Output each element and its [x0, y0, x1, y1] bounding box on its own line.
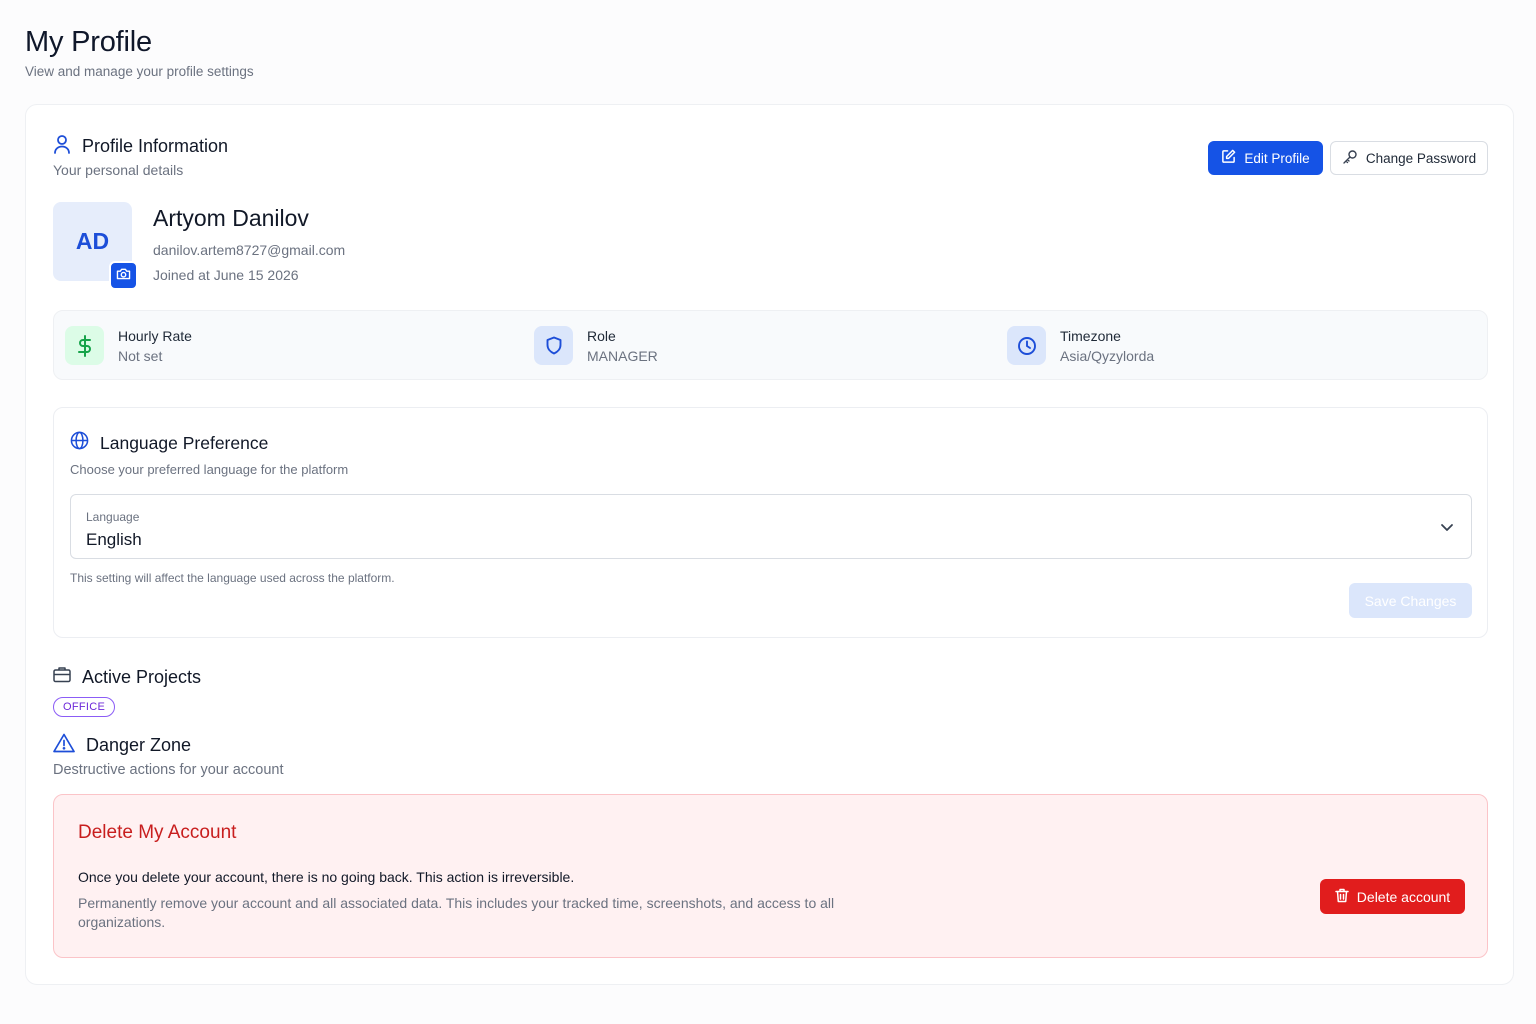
- clock-icon: [1007, 326, 1046, 365]
- change-photo-button[interactable]: [109, 261, 138, 290]
- stat-label: Timezone: [1060, 327, 1121, 344]
- profile-stats: Hourly Rate Not set Role MANAGER Timezon…: [53, 310, 1488, 380]
- edit-icon: [1221, 149, 1236, 167]
- language-title: Language Preference: [100, 432, 269, 453]
- profile-info-description: Your personal details: [53, 162, 184, 178]
- globe-icon: [70, 431, 89, 455]
- language-select[interactable]: Language English: [70, 494, 1472, 559]
- profile-card: Profile Information Your personal detail…: [25, 104, 1514, 985]
- language-preference-card: Language Preference Choose your preferre…: [53, 407, 1488, 638]
- user-name: Artyom Danilov: [153, 205, 309, 231]
- stat-label: Hourly Rate: [118, 327, 192, 344]
- stat-value: Asia/Qyzylorda: [1060, 347, 1155, 364]
- active-projects-header: Active Projects: [53, 666, 201, 688]
- delete-account-panel: Delete My Account Once you delete your a…: [53, 794, 1488, 958]
- language-helper-text: This setting will affect the language us…: [70, 571, 395, 585]
- profile-info-header: Profile Information: [53, 134, 228, 159]
- danger-zone-header: Danger Zone: [53, 733, 191, 758]
- stat-role: Role MANAGER: [534, 326, 658, 365]
- edit-profile-button[interactable]: Edit Profile: [1208, 141, 1323, 175]
- delete-account-button[interactable]: Delete account: [1320, 879, 1465, 914]
- save-changes-button[interactable]: Save Changes: [1349, 583, 1472, 618]
- language-header: Language Preference: [70, 431, 268, 455]
- stat-timezone: Timezone Asia/Qyzylorda: [1007, 326, 1154, 365]
- key-icon: [1342, 149, 1358, 168]
- delete-details-text: Permanently remove your account and all …: [78, 895, 835, 930]
- user-joined-date: Joined at June 15 2026: [153, 267, 299, 283]
- page-title: My Profile: [25, 26, 152, 58]
- trash-icon: [1335, 888, 1349, 906]
- stat-value: Not set: [118, 347, 163, 364]
- change-password-button[interactable]: Change Password: [1330, 141, 1488, 175]
- delete-account-label: Delete account: [1356, 888, 1451, 905]
- active-projects-title: Active Projects: [82, 666, 202, 687]
- briefcase-icon: [53, 666, 71, 688]
- language-select-label: Language: [86, 510, 140, 524]
- delete-warning-text: Once you delete your account, there is n…: [78, 869, 575, 885]
- profile-info-title: Profile Information: [82, 136, 229, 156]
- change-password-label: Change Password: [1365, 150, 1477, 166]
- project-tag: OFFICE: [53, 697, 116, 717]
- language-select-value: English: [86, 530, 142, 549]
- danger-zone-description: Destructive actions for your account: [53, 762, 284, 778]
- danger-zone-title: Danger Zone: [86, 735, 192, 755]
- stat-label: Role: [587, 327, 616, 344]
- user-email: danilov.artem8727@gmail.com: [153, 242, 346, 258]
- camera-icon: [116, 267, 131, 285]
- stat-hourly-rate: Hourly Rate Not set: [65, 326, 192, 365]
- language-description: Choose your preferred language for the p…: [70, 462, 349, 477]
- chevron-down-icon: [1439, 519, 1455, 540]
- edit-profile-label: Edit Profile: [1244, 150, 1310, 166]
- shield-icon: [534, 326, 573, 365]
- stat-value: MANAGER: [587, 347, 658, 364]
- delete-account-title: Delete My Account: [78, 822, 237, 843]
- page-subtitle: View and manage your profile settings: [25, 64, 254, 79]
- user-icon: [53, 134, 71, 159]
- dollar-icon: [65, 326, 104, 365]
- warning-icon: [53, 733, 75, 758]
